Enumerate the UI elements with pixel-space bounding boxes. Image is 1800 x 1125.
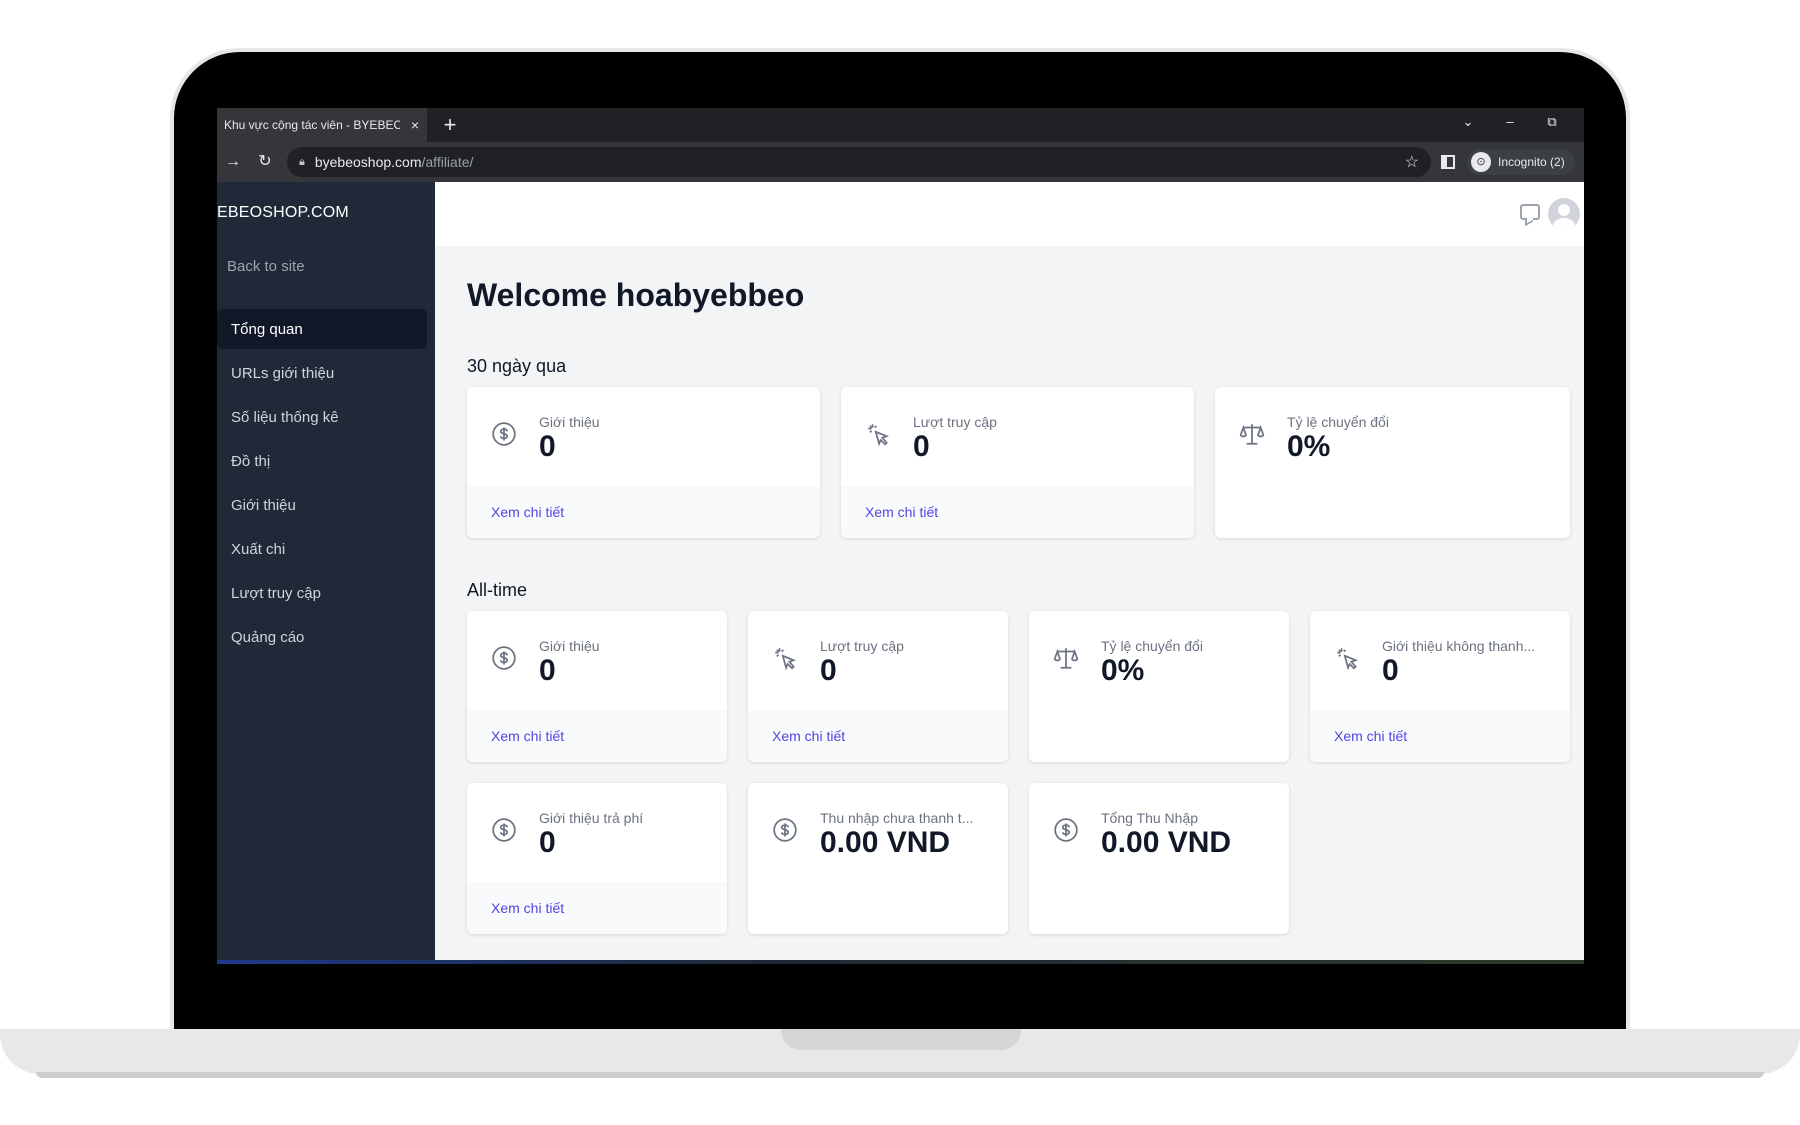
sidebar-item-referral-urls[interactable]: URLs giới thiệu <box>217 353 427 393</box>
browser-tabbar: Khu vực cộng tác viên - BYEBEOSHOP × + ⌄… <box>217 108 1584 142</box>
page-title: Welcome hoabyebbeo <box>467 277 805 313</box>
card-label: Tỷ lệ chuyển đổi <box>1101 638 1203 654</box>
laptop-notch <box>781 1029 1021 1050</box>
new-tab-button[interactable]: + <box>437 112 463 138</box>
lock-icon: 🔒︎ <box>299 155 305 168</box>
topbar <box>435 182 1584 246</box>
card-label: Giới thiệu không thanh... <box>1382 638 1536 654</box>
cursor-click-icon <box>775 648 797 671</box>
card-visits-30d: Lượt truy cập 0 Xem chi tiết <box>841 387 1194 538</box>
reload-icon[interactable]: ↻ <box>253 150 277 174</box>
card-value: 0 <box>820 654 837 687</box>
incognito-label: Incognito (2) <box>1498 155 1565 169</box>
card-value: 0% <box>1287 430 1331 463</box>
sidebar: EBEOSHOP.COM Back to site Tổng quan URLs… <box>217 182 435 964</box>
card-referrals-30d: Giới thiệu 0 Xem chi tiết <box>467 387 820 538</box>
card-label: Giới thiệu <box>539 638 600 654</box>
sidebar-menu: Tổng quan URLs giới thiệu Số liệu thống … <box>217 309 427 661</box>
restore-icon[interactable]: ⧉ <box>1539 114 1565 130</box>
card-label: Lượt truy cập <box>820 638 904 654</box>
sidebar-item-overview[interactable]: Tổng quan <box>217 309 427 349</box>
site-brand[interactable]: EBEOSHOP.COM <box>217 204 349 222</box>
card-label: Tổng Thu Nhập <box>1101 810 1199 826</box>
card-label: Tỷ lệ chuyển đổi <box>1287 414 1389 430</box>
card-value: 0% <box>1101 654 1145 687</box>
incognito-badge[interactable]: ⊙ Incognito (2) <box>1467 149 1575 175</box>
card-visits-all: Lượt truy cập 0 Xem chi tiết <box>748 611 1008 762</box>
screen: Khu vực cộng tác viên - BYEBEOSHOP × + ⌄… <box>217 108 1584 964</box>
card-total-earnings-all: Tổng Thu Nhập 0.00 VND <box>1029 783 1289 934</box>
scale-icon <box>1053 648 1079 669</box>
card-value: 0.00 VND <box>820 826 951 859</box>
url-path: /affiliate/ <box>421 154 474 170</box>
cursor-click-icon <box>1337 648 1359 671</box>
view-details-link[interactable]: Xem chi tiết <box>865 504 938 520</box>
address-bar[interactable]: 🔒︎ byebeoshop.com /affiliate/ ☆ <box>287 147 1431 177</box>
tab-search-icon[interactable]: ⌄ <box>1455 114 1481 130</box>
chat-icon[interactable] <box>1520 204 1540 220</box>
view-details-link[interactable]: Xem chi tiết <box>491 728 564 744</box>
tab-title: Khu vực cộng tác viên - BYEBEOSHOP <box>224 118 400 132</box>
view-details-link[interactable]: Xem chi tiết <box>772 728 845 744</box>
minimize-icon[interactable]: – <box>1497 114 1523 129</box>
dollar-icon <box>492 422 516 446</box>
view-details-link[interactable]: Xem chi tiết <box>491 504 564 520</box>
card-label: Lượt truy cập <box>913 414 997 430</box>
section-title-30-days: 30 ngày qua <box>467 356 567 376</box>
card-unpaid-earnings-all: Thu nhập chưa thanh t... 0.00 VND <box>748 783 1008 934</box>
sidebar-item-visits[interactable]: Lượt truy cập <box>217 573 427 613</box>
view-details-link[interactable]: Xem chi tiết <box>491 900 564 916</box>
card-value: 0.00 VND <box>1101 826 1232 859</box>
section-title-all-time: All-time <box>467 580 528 600</box>
card-label: Thu nhập chưa thanh t... <box>820 810 974 826</box>
dollar-icon <box>1054 818 1078 842</box>
card-value: 0 <box>539 826 556 859</box>
cursor-click-icon <box>868 424 890 447</box>
incognito-icon: ⊙ <box>1471 152 1491 172</box>
url-host: byebeoshop.com <box>314 154 422 170</box>
back-to-site-link[interactable]: Back to site <box>227 258 305 275</box>
bookmark-star-icon[interactable]: ☆ <box>1405 152 1419 172</box>
dollar-icon <box>492 818 516 842</box>
dollar-icon <box>773 818 797 842</box>
avatar[interactable] <box>1548 198 1580 230</box>
main-content: Welcome hoabyebbeo 30 ngày qua Giới thiệ… <box>435 182 1584 964</box>
sidebar-item-graphs[interactable]: Đồ thị <box>217 441 427 481</box>
card-conversion-all: Tỷ lệ chuyển đổi 0% <box>1029 611 1289 762</box>
sidebar-item-payouts[interactable]: Xuất chi <box>217 529 427 569</box>
scale-icon <box>1239 424 1265 445</box>
card-referrals-all: Giới thiệu 0 Xem chi tiết <box>467 611 727 762</box>
card-value: 0 <box>539 654 556 687</box>
forward-icon[interactable]: → <box>221 150 245 174</box>
card-label: Giới thiệu trả phí <box>539 810 644 826</box>
laptop-base-shadow <box>36 1072 1764 1078</box>
sidebar-item-referrals[interactable]: Giới thiệu <box>217 485 427 525</box>
card-paid-referrals-all: Giới thiệu trả phí 0 Xem chi tiết <box>467 783 727 934</box>
card-label: Giới thiệu <box>539 414 600 430</box>
side-panel-icon[interactable] <box>1441 155 1455 169</box>
sidebar-item-statistics[interactable]: Số liệu thống kê <box>217 397 427 437</box>
sidebar-item-creatives[interactable]: Quảng cáo <box>217 617 427 657</box>
card-conversion-30d: Tỷ lệ chuyển đổi 0% <box>1215 387 1570 538</box>
card-value: 0 <box>539 430 556 463</box>
card-unpaid-referrals-all: Giới thiệu không thanh... 0 Xem chi tiết <box>1310 611 1570 762</box>
taskbar-edge <box>217 960 1584 964</box>
browser-toolbar: → ↻ 🔒︎ byebeoshop.com /affiliate/ ☆ ⊙ In… <box>217 142 1584 182</box>
browser-tab[interactable]: Khu vực cộng tác viên - BYEBEOSHOP × <box>217 108 427 142</box>
card-value: 0 <box>913 430 930 463</box>
tab-close-icon[interactable]: × <box>411 117 419 133</box>
view-details-link[interactable]: Xem chi tiết <box>1334 728 1407 744</box>
dollar-icon <box>492 646 516 670</box>
card-value: 0 <box>1382 654 1399 687</box>
